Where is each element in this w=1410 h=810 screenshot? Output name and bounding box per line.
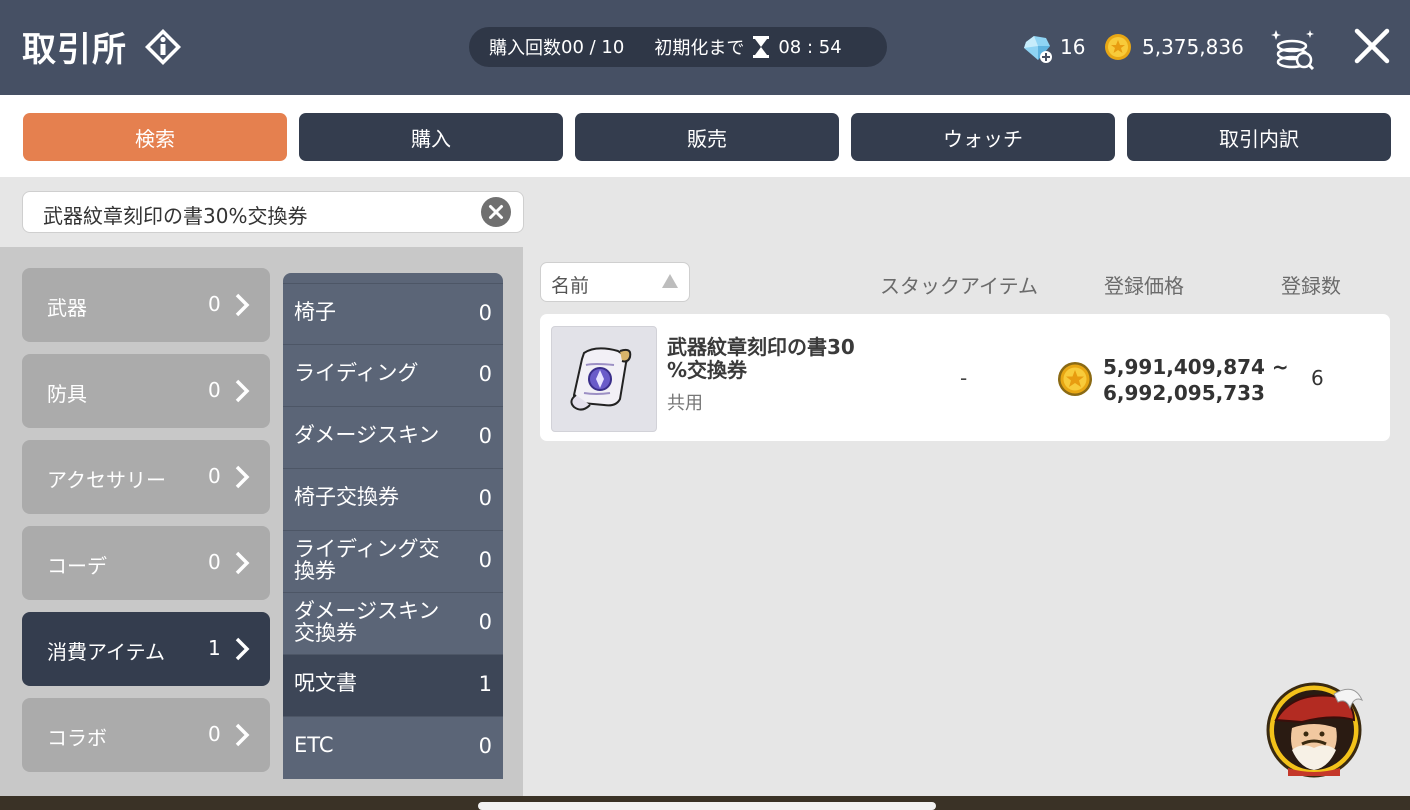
chevron-right-icon bbox=[235, 465, 250, 489]
subcategory-count: 0 bbox=[478, 734, 492, 758]
sort-by-name-button[interactable]: 名前 bbox=[540, 262, 690, 302]
result-row[interactable]: 武器紋章刻印の書30 %交換券 共用 - 5,991,409,874 ~ 6,9… bbox=[540, 314, 1390, 441]
item-price-max: 6,992,095,733 bbox=[1103, 381, 1265, 405]
category-count: 0 bbox=[208, 292, 221, 316]
category-consumable[interactable]: 消費アイテム 1 bbox=[22, 612, 270, 686]
sort-ascending-icon bbox=[662, 274, 678, 288]
category-count: 0 bbox=[208, 550, 221, 574]
subcategory-label: ライディング bbox=[294, 361, 419, 385]
category-armor[interactable]: 防具 0 bbox=[22, 354, 270, 428]
subcategory-etc[interactable]: ETC 0 bbox=[283, 716, 503, 778]
subcategory-damage-skin-ticket[interactable]: ダメージスキン 交換券 0 bbox=[283, 592, 503, 654]
subcategory-label: ライディング交 換券 bbox=[294, 538, 440, 582]
category-count: 0 bbox=[208, 464, 221, 488]
subcategory-label: ダメージスキン 交換券 bbox=[294, 600, 439, 644]
subcategory-count: 0 bbox=[478, 424, 492, 448]
npc-avatar[interactable] bbox=[1262, 680, 1366, 778]
page-title: 取引所 bbox=[22, 30, 127, 70]
tab-buy[interactable]: 購入 bbox=[299, 113, 563, 161]
subcategory-count: 0 bbox=[478, 548, 492, 572]
subcategory-label-line2: 換券 bbox=[294, 559, 336, 583]
subcategory-riding-ticket[interactable]: ライディング交 換券 0 bbox=[283, 530, 503, 592]
subcategory-label: 椅子交換券 bbox=[294, 485, 399, 509]
gem-icon bbox=[1024, 36, 1052, 63]
item-name: 武器紋章刻印の書30 %交換券 bbox=[667, 336, 892, 382]
item-listing-count: 6 bbox=[1311, 366, 1324, 390]
category-count: 1 bbox=[208, 636, 221, 660]
category-count: 0 bbox=[208, 378, 221, 402]
subcategory-label-line1: ライディング交 bbox=[294, 537, 440, 561]
subcategory-chair-ticket[interactable]: 椅子交換券 0 bbox=[283, 468, 503, 530]
subcategory-count: 0 bbox=[478, 486, 492, 510]
purchase-limit-pill: 購入回数 00 / 10 初期化まで 08 : 54 bbox=[469, 27, 887, 67]
clear-search-icon[interactable] bbox=[481, 197, 511, 227]
chevron-right-icon bbox=[235, 293, 250, 317]
subcategory-chair[interactable]: 椅子 0 bbox=[283, 283, 503, 345]
column-header-count: 登録数 bbox=[1281, 274, 1341, 298]
chevron-right-icon bbox=[235, 379, 250, 403]
tab-watch[interactable]: ウォッチ bbox=[851, 113, 1115, 161]
subcategory-count: 0 bbox=[478, 362, 492, 386]
chevron-right-icon bbox=[235, 551, 250, 575]
search-input-value: 武器紋章刻印の書30%交換券 bbox=[43, 204, 308, 228]
category-label: 防具 bbox=[47, 382, 87, 406]
category-label: 武器 bbox=[47, 296, 87, 320]
subcategory-label: ETC bbox=[294, 733, 334, 757]
item-thumbnail bbox=[551, 326, 657, 432]
tab-bar: 検索 購入 販売 ウォッチ 取引内訳 bbox=[0, 95, 1410, 177]
column-header-stack: スタックアイテム bbox=[880, 274, 1038, 298]
subcategory-count: 0 bbox=[478, 301, 492, 325]
category-label: コーデ bbox=[47, 554, 107, 578]
chevron-right-icon bbox=[235, 637, 250, 661]
chevron-right-icon bbox=[235, 723, 250, 747]
subcategory-damage-skin[interactable]: ダメージスキン 0 bbox=[283, 406, 503, 468]
search-input[interactable]: 武器紋章刻印の書30%交換券 bbox=[22, 191, 524, 233]
column-header-price: 登録価格 bbox=[1104, 274, 1184, 298]
category-label: コラボ bbox=[47, 726, 107, 750]
item-price-min: 5,991,409,874 ~ bbox=[1103, 355, 1289, 379]
category-count: 0 bbox=[208, 722, 221, 746]
category-coordinate[interactable]: コーデ 0 bbox=[22, 526, 270, 600]
header-bar: 取引所 購入回数 00 / 10 初期化まで 08 : 54 16 5,375,… bbox=[0, 0, 1410, 95]
item-name-line2: %交換券 bbox=[667, 358, 748, 382]
tab-search[interactable]: 検索 bbox=[23, 113, 287, 161]
home-indicator[interactable] bbox=[478, 802, 936, 810]
subcategory-count: 0 bbox=[478, 610, 492, 634]
item-type: 共用 bbox=[667, 393, 703, 414]
purchase-count: 00 / 10 bbox=[561, 36, 625, 58]
subcategory-label-line1: ダメージスキン bbox=[294, 599, 440, 623]
category-accessory[interactable]: アクセサリー 0 bbox=[22, 440, 270, 514]
purchase-count-label: 購入回数 bbox=[489, 38, 561, 59]
hourglass-icon bbox=[753, 36, 770, 58]
reset-time: 08 : 54 bbox=[778, 36, 842, 58]
subcategory-label-line2: 交換券 bbox=[294, 621, 357, 645]
scroll-icon bbox=[570, 347, 632, 411]
item-stack: - bbox=[960, 366, 968, 390]
sort-label: 名前 bbox=[551, 275, 590, 297]
subcategory-label: 椅子 bbox=[294, 300, 336, 324]
search-row: 武器紋章刻印の書30%交換券 bbox=[0, 177, 1410, 247]
close-icon[interactable] bbox=[1352, 26, 1392, 66]
reset-label: 初期化まで bbox=[654, 38, 745, 59]
subcategory-label: 呪文書 bbox=[294, 671, 357, 695]
subcategory-riding[interactable]: ライディング 0 bbox=[283, 344, 503, 406]
category-collab[interactable]: コラボ 0 bbox=[22, 698, 270, 772]
category-label: アクセサリー bbox=[47, 468, 166, 492]
category-weapon[interactable]: 武器 0 bbox=[22, 268, 270, 342]
currency-search-icon[interactable] bbox=[1268, 26, 1318, 70]
meso-coin-icon bbox=[1058, 362, 1092, 396]
subcategory-count: 1 bbox=[478, 672, 492, 696]
category-label: 消費アイテム bbox=[47, 640, 165, 664]
tab-history[interactable]: 取引内訳 bbox=[1127, 113, 1391, 161]
meso-count: 5,375,836 bbox=[1142, 35, 1244, 59]
tab-sell[interactable]: 販売 bbox=[575, 113, 839, 161]
meso-coin-icon bbox=[1105, 34, 1131, 60]
item-price-range: 5,991,409,874 ~ 6,992,095,733 bbox=[1103, 354, 1289, 406]
gem-count: 16 bbox=[1060, 35, 1086, 59]
subcategory-scroll[interactable]: 呪文書 1 bbox=[283, 654, 503, 716]
info-icon[interactable] bbox=[143, 27, 183, 67]
subcategory-label: ダメージスキン bbox=[294, 423, 440, 447]
item-name-line1: 武器紋章刻印の書30 bbox=[667, 335, 855, 359]
